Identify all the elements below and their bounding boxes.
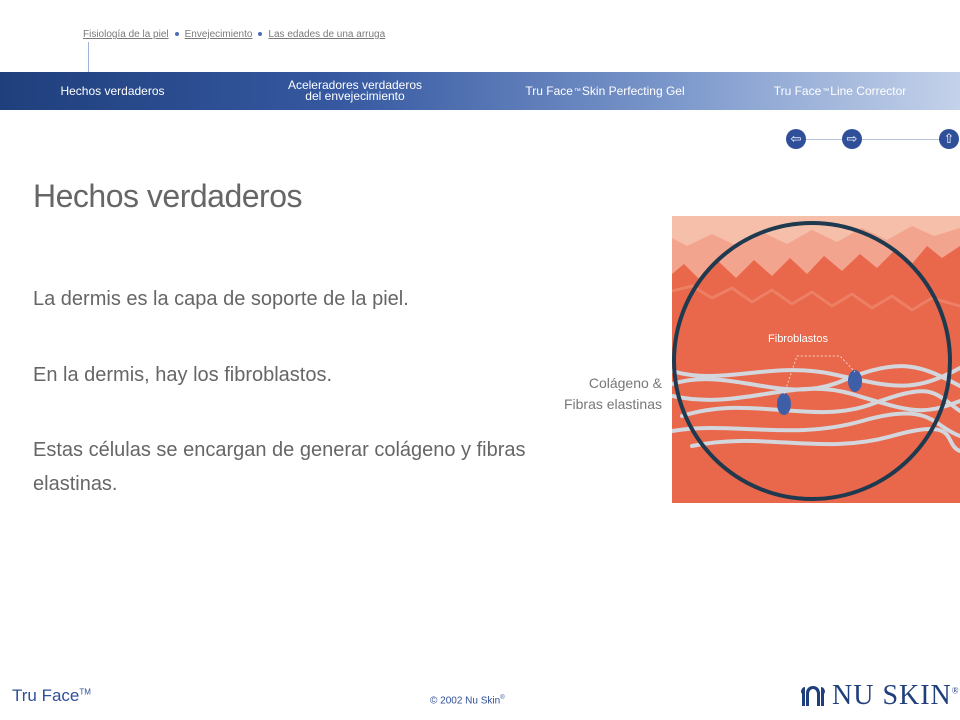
nav-item-label-line2: del envejecimiento	[305, 89, 405, 103]
logo-text: NU SKIN	[832, 680, 952, 711]
nav-item-label: Hechos verdaderos	[60, 84, 165, 98]
trademark-symbol: ™	[573, 87, 581, 95]
paragraph-celulas-line2: elastinas.	[33, 473, 118, 495]
paragraph-fibroblastos: En la dermis, hay los fibroblastos.	[33, 364, 333, 386]
nav-connector-line	[806, 139, 844, 140]
registered-symbol: ®	[500, 695, 505, 701]
arrow-left-icon: ⇦	[790, 131, 802, 146]
collagen-label-line1: Colágeno &	[588, 375, 662, 391]
breadcrumb-separator	[258, 32, 263, 37]
registered-symbol: ®	[951, 685, 960, 696]
nav-item-hechos-verdaderos[interactable]: Hechos verdaderos	[40, 72, 185, 110]
footer-copyright: © 2002 Nu Skin®	[430, 695, 505, 706]
nav-connector-line	[862, 139, 940, 140]
fibroblast-cell	[848, 370, 862, 392]
trademark-symbol: TM	[79, 687, 91, 697]
footer-brand-text: Tru Face	[12, 686, 80, 705]
breadcrumb-link-fisiologia[interactable]: Fisiología de la piel	[83, 29, 169, 40]
logo-wordmark: NU SKIN®	[832, 680, 960, 712]
arrow-right-icon: ⇨	[846, 131, 858, 146]
trademark-symbol: ™	[822, 87, 830, 95]
nav-item-label-product: Skin Perfecting Gel	[581, 84, 685, 98]
fibroblast-cell	[777, 393, 791, 415]
paragraph-dermis: La dermis es la capa de soporte de la pi…	[33, 288, 409, 310]
collagen-label-line2: Fibras elastinas	[563, 396, 662, 412]
breadcrumb-link-envejecimiento[interactable]: Envejecimiento	[185, 29, 253, 40]
back-button[interactable]: ⇦	[786, 129, 806, 149]
nav-item-line-corrector[interactable]: Tru Face ™ Line Corrector	[755, 72, 925, 110]
nav-item-skin-perfecting-gel[interactable]: Tru Face ™ Skin Perfecting Gel	[505, 72, 705, 110]
nav-item-label-product: Line Corrector	[830, 84, 907, 98]
breadcrumb: Fisiología de la piel Envejecimiento Las e…	[83, 29, 385, 40]
forward-button[interactable]: ⇨	[842, 129, 862, 149]
nav-item-label-brand: Tru Face	[773, 84, 822, 98]
breadcrumb-link-edades-arruga[interactable]: Las edades de una arruga	[268, 29, 385, 40]
nu-skin-logo: NU SKIN®	[800, 680, 960, 712]
breadcrumb-separator	[174, 32, 179, 37]
breadcrumb-connector-line	[88, 42, 89, 72]
fibroblast-label: Fibroblastos	[768, 333, 828, 345]
nav-item-label-brand: Tru Face	[525, 84, 573, 98]
dermis-illustration: Fibroblastos	[672, 216, 960, 503]
page-title: Hechos verdaderos	[33, 178, 302, 214]
main-nav-bar: Hechos verdaderos Aceleradores verdadero…	[0, 72, 960, 110]
paragraph-celulas: Estas células se encargan de generar col…	[33, 433, 526, 501]
arrow-up-icon: ⇧	[943, 131, 955, 146]
nu-skin-emblem-icon	[801, 686, 825, 706]
copyright-text: © 2002 Nu Skin	[430, 695, 501, 707]
nav-item-aceleradores[interactable]: Aceleradores verdaderos del envejecimien…	[270, 72, 440, 110]
footer-brand: Tru FaceTM	[12, 686, 91, 706]
paragraph-celulas-line1: Estas células se encargan de generar col…	[33, 439, 526, 461]
up-button[interactable]: ⇧	[939, 129, 959, 149]
collagen-label: Colágeno & Fibras elastinas	[564, 373, 662, 415]
